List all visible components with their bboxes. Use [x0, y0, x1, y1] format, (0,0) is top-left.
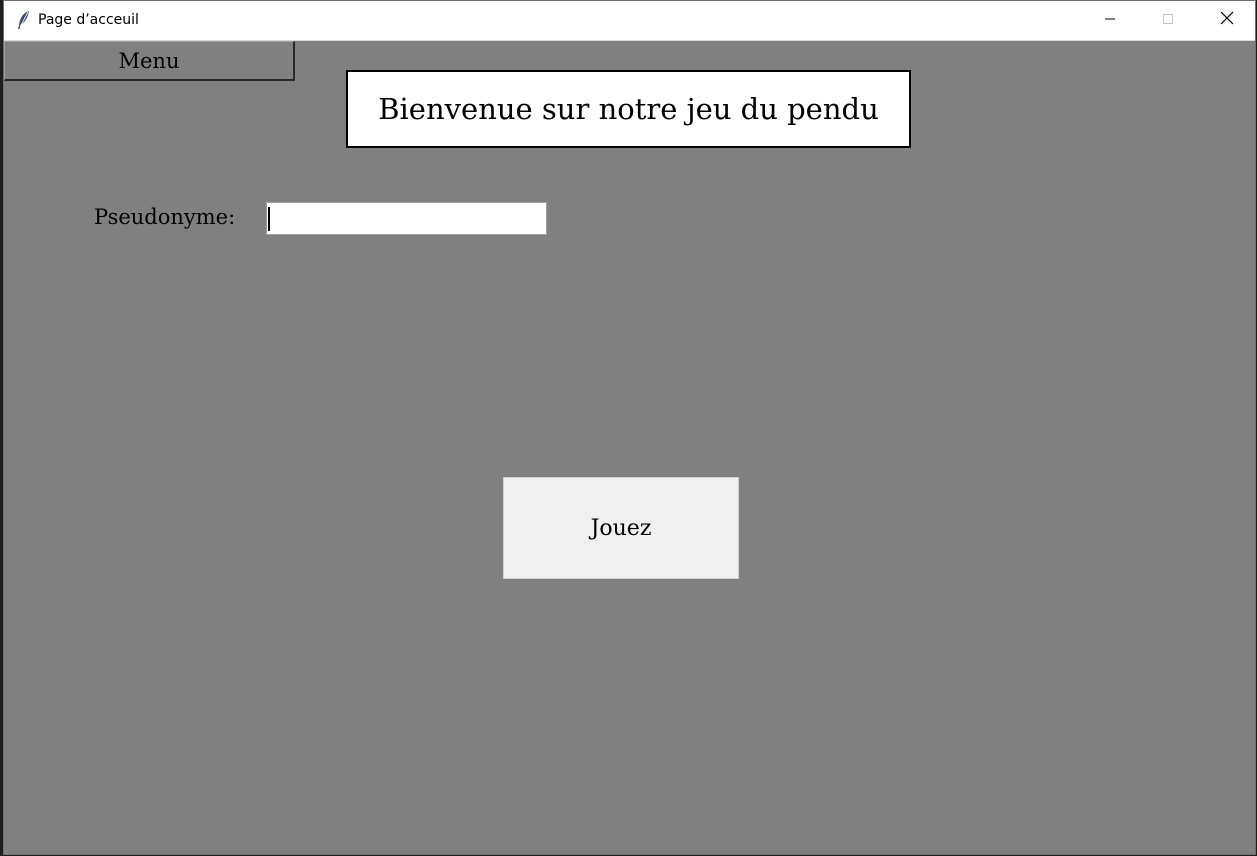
feather-icon [16, 10, 32, 30]
maximize-icon [1162, 12, 1174, 30]
welcome-banner: Bienvenue sur notre jeu du pendu [346, 70, 911, 148]
minimize-icon [1104, 12, 1116, 30]
close-button[interactable] [1198, 1, 1255, 40]
text-cursor [268, 207, 270, 231]
pseudonym-input[interactable] [266, 202, 547, 235]
window-title: Page d’acceuil [38, 12, 139, 28]
play-button[interactable]: Jouez [503, 477, 739, 579]
pseudonym-label: Pseudonyme: [94, 205, 236, 229]
menu-button[interactable]: Menu [4, 41, 295, 81]
app-window: Page d’acceuil Menu Bienvenue sur notre … [3, 0, 1256, 855]
main-area: Menu Bienvenue sur notre jeu du pendu Ps… [4, 41, 1255, 854]
close-icon [1220, 11, 1234, 30]
maximize-button[interactable] [1139, 1, 1197, 40]
minimize-button[interactable] [1081, 1, 1139, 40]
title-bar[interactable]: Page d’acceuil [4, 1, 1255, 41]
